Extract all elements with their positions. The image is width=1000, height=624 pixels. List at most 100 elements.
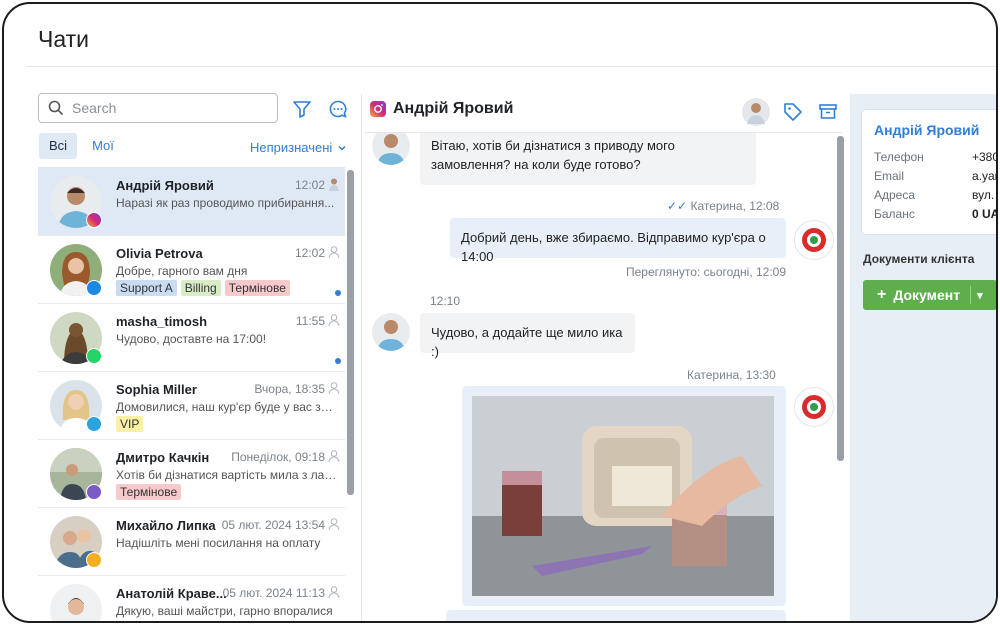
contact-avatar (372, 133, 410, 165)
chat-time: 05 лют. 2024 13:54 (221, 518, 325, 532)
tag: Термінове (116, 484, 182, 500)
chat-name: Андрій Яровий (116, 178, 214, 193)
message-meta: ✓✓ Катерина, 12:08 (667, 199, 779, 213)
email-value: a.yar (972, 169, 998, 183)
chat-item[interactable]: Михайло Липка 05 лют. 2024 13:54 Надішлі… (38, 508, 345, 576)
unassigned-agent-icon (328, 314, 340, 327)
chat-item[interactable]: Анатолій Краве... 05 лют. 2024 11:13 Дяк… (38, 576, 345, 621)
seen-status: Переглянуто: сьогодні, 12:09 (626, 265, 787, 279)
assigned-agent-avatar[interactable] (742, 98, 770, 126)
column-divider (361, 94, 362, 621)
contact-name: Андрій Яровий (393, 100, 514, 117)
message-area: Вітаю, хотів би дізнатися з приводу мого… (364, 132, 842, 621)
agent-avatar-icon (329, 178, 339, 191)
unassigned-agent-icon (328, 382, 340, 395)
unassigned-filter[interactable]: Непризначені (250, 140, 347, 155)
message-sender-time: Катерина, 13:30 (687, 368, 776, 382)
client-panel: Андрій Яровий Телефон +380 Email a.yar А… (850, 94, 998, 621)
phone-value: +380 (972, 150, 998, 164)
chat-item[interactable]: Андрій Яровий 12:02 Наразі як раз провод… (38, 168, 345, 236)
soap-photo (472, 396, 774, 596)
chat-preview: Наразі як раз проводимо прибирання... (116, 196, 335, 210)
image-message[interactable] (462, 386, 786, 606)
new-chat-icon[interactable] (328, 99, 348, 119)
chat-time: 12:02 (294, 246, 325, 260)
message-bubble-partial (446, 610, 786, 621)
avatar (50, 584, 102, 621)
plus-icon: + (877, 286, 887, 303)
chat-time: 12:02 (294, 178, 325, 192)
message-time: 12:10 (430, 294, 461, 308)
app-window: Чати Всі Мої Непризначені Андрій Яровий … (2, 2, 998, 623)
tag-icon[interactable] (782, 101, 804, 123)
chat-item[interactable]: Дмитро Качкін Понеділок, 09:18 Хотів би … (38, 440, 345, 508)
documents-title: Документи клієнта (863, 252, 975, 266)
address-value: вул. Г (972, 188, 996, 202)
telegram-icon (86, 416, 102, 432)
chat-name: Sophia Miller (116, 382, 197, 397)
tag: Billing (180, 280, 221, 296)
search-box[interactable] (38, 93, 278, 123)
unassigned-agent-icon (328, 450, 340, 463)
client-card: Андрій Яровий Телефон +380 Email a.yar А… (862, 110, 998, 234)
chat-item[interactable]: Sophia Miller Вчора, 18:35 Домовилися, н… (38, 372, 345, 440)
message-bubble: Чудово, а додайте ще мило ика :) (420, 313, 635, 359)
add-document-button[interactable]: + Документ ▾ (863, 280, 996, 310)
page-title: Чати (38, 26, 89, 52)
instagram-icon (370, 101, 386, 117)
chat-name: Дмитро Качкін (116, 450, 210, 465)
archive-icon[interactable] (817, 101, 839, 123)
message-scrollbar[interactable] (837, 136, 844, 461)
chat-name: Михайло Липка (116, 518, 216, 533)
chat-preview: Добре, гарного вам дня (116, 264, 248, 278)
tag-list: Support A Billing Термінове (116, 280, 290, 296)
chat-item[interactable]: Olivia Petrova 12:02 Добре, гарного вам … (38, 236, 345, 304)
filter-icon[interactable] (292, 99, 312, 119)
unassigned-label: Непризначені (250, 140, 333, 155)
message-bubble: Вітаю, хотів би дізнатися з приводу мого… (420, 133, 756, 185)
chat-time: 05 лют. 2024 11:13 (222, 586, 325, 600)
chat-list: Андрій Яровий 12:02 Наразі як раз провод… (38, 167, 345, 621)
chat-time: 11:55 (295, 314, 325, 328)
chat-preview: Чудово, доставте на 17:00! (116, 332, 267, 346)
tab-mine[interactable]: Мої (84, 133, 122, 159)
field-label: Адреса (874, 188, 916, 202)
tag: VIP (116, 416, 144, 432)
whatsapp-icon (86, 348, 102, 364)
tag-list: VIP (116, 416, 144, 432)
viber-icon (86, 484, 102, 500)
chat-preview: Хотів би дізнатися вартість мила з лаван… (116, 468, 338, 482)
client-name[interactable]: Андрій Яровий (874, 122, 979, 138)
conversation-header: Андрій Яровий (370, 100, 513, 118)
message-bubble: Добрий день, вже збираємо. Відправимо ку… (450, 218, 786, 264)
chat-item[interactable]: masha_timosh 11:55 Чудово, доставте на 1… (38, 304, 345, 372)
chat-name: Olivia Petrova (116, 246, 203, 261)
chevron-down-icon[interactable]: ▾ (977, 289, 983, 302)
header-divider (26, 66, 996, 67)
messenger-icon (86, 280, 102, 296)
search-input[interactable] (70, 99, 264, 117)
field-label: Баланс (874, 207, 915, 221)
chat-preview: Дякую, ваші майстри, гарно впоралися (116, 604, 333, 618)
contact-avatar (372, 313, 410, 351)
chat-name: masha_timosh (116, 314, 208, 329)
add-document-label: Документ (893, 287, 961, 303)
chat-name: Анатолій Краве... (116, 586, 227, 601)
double-check-icon: ✓✓ (667, 199, 688, 213)
chat-list-scrollbar[interactable] (347, 170, 354, 495)
tag-list: Термінове (116, 484, 182, 500)
balance-value: 0 UA (972, 207, 998, 221)
field-label: Email (874, 169, 905, 183)
unread-dot (335, 358, 341, 364)
button-separator (970, 286, 972, 304)
tab-all[interactable]: Всі (39, 133, 77, 159)
unassigned-agent-icon (328, 518, 340, 531)
unread-dot (335, 290, 341, 296)
agent-avatar (794, 220, 834, 260)
instagram-icon (86, 212, 102, 228)
chevron-down-icon (338, 145, 346, 151)
chat-time: Вчора, 18:35 (254, 382, 325, 396)
tag: Support A (116, 280, 177, 296)
unassigned-agent-icon (328, 246, 340, 259)
chat-preview: Домовилися, наш кур'єр буде у вас завтра (116, 400, 338, 414)
